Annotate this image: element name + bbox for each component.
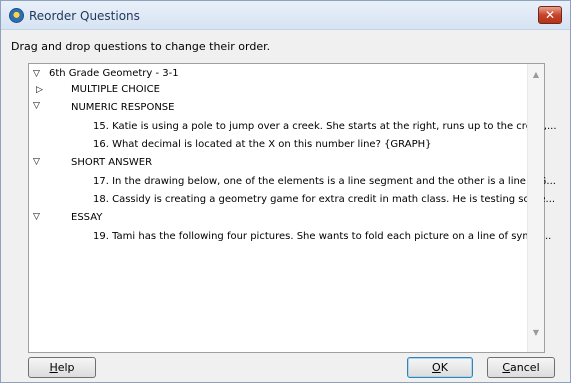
- cancel-button-label: ancel: [510, 361, 540, 374]
- help-button-label: elp: [57, 361, 75, 374]
- tree-root-label[interactable]: 6th Grade Geometry - 3-1: [49, 66, 179, 82]
- group-essay[interactable]: ESSAY: [71, 210, 102, 226]
- question-19[interactable]: 19. Tami has the following four pictures…: [93, 229, 551, 245]
- group-numeric-response[interactable]: NUMERIC RESPONSE: [71, 100, 174, 116]
- expand-short-answer-icon[interactable]: ▽: [33, 157, 43, 167]
- expand-numeric-response-icon[interactable]: ▽: [33, 101, 43, 111]
- close-button[interactable]: ✕: [538, 6, 562, 24]
- ok-button[interactable]: OK: [407, 357, 473, 378]
- help-button-accel: H: [49, 361, 58, 374]
- group-short-answer[interactable]: SHORT ANSWER: [71, 155, 152, 171]
- cancel-button[interactable]: Cancel: [487, 357, 555, 378]
- scroll-down-icon[interactable]: ▼: [528, 326, 544, 340]
- question-15[interactable]: 15. Katie is using a pole to jump over a…: [93, 119, 557, 135]
- vertical-scrollbar[interactable]: ▲ ▼: [527, 64, 544, 352]
- expand-multiple-choice-icon[interactable]: ▷: [36, 85, 46, 95]
- expand-root-icon[interactable]: ▽: [33, 69, 43, 79]
- expand-essay-icon[interactable]: ▽: [33, 212, 43, 222]
- scroll-up-icon[interactable]: ▲: [528, 68, 544, 82]
- group-multiple-choice[interactable]: MULTIPLE CHOICE: [71, 82, 160, 98]
- question-16[interactable]: 16. What decimal is located at the X on …: [93, 137, 431, 153]
- instruction-text: Drag and drop questions to change their …: [11, 40, 271, 53]
- app-logo-icon: [9, 8, 24, 23]
- question-17[interactable]: 17. In the drawing below, one of the ele…: [93, 174, 556, 190]
- cancel-button-accel: C: [502, 361, 511, 374]
- ok-button-label: K: [440, 361, 448, 374]
- close-icon: ✕: [544, 8, 556, 22]
- window-title: Reorder Questions: [29, 9, 140, 23]
- help-button[interactable]: Help: [28, 357, 96, 378]
- question-tree[interactable]: ▽ 6th Grade Geometry - 3-1 ▷ MULTIPLE CH…: [28, 63, 557, 353]
- reorder-questions-dialog: Reorder Questions ✕ Drag and drop questi…: [0, 0, 571, 383]
- question-18[interactable]: 18. Cassidy is creating a geometry game …: [93, 192, 555, 208]
- ok-button-accel: O: [432, 361, 441, 374]
- title-bar[interactable]: Reorder Questions ✕: [1, 1, 570, 30]
